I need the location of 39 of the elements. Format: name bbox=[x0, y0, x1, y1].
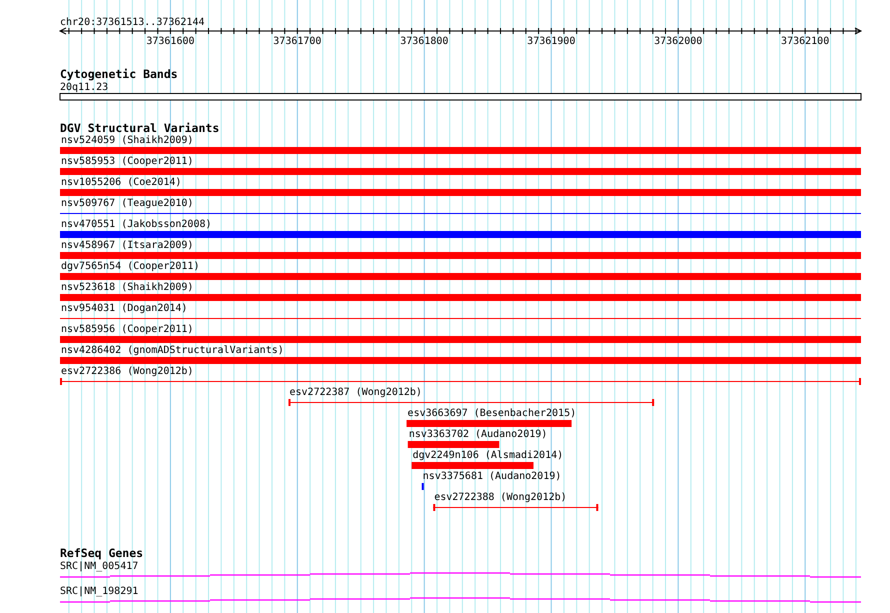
variant-label[interactable]: esv2722386 (Wong2012b) bbox=[61, 366, 194, 377]
ruler-label: 37362100 bbox=[781, 36, 830, 47]
variant-label[interactable]: nsv585953 (Cooper2011) bbox=[61, 156, 194, 167]
variant-span[interactable] bbox=[288, 399, 654, 406]
band-label: 20q11.23 bbox=[60, 82, 108, 93]
variant-line[interactable] bbox=[60, 213, 861, 214]
variant-label[interactable]: dgv2249n106 (Alsmadi2014) bbox=[412, 450, 564, 461]
variant-label[interactable]: nsv954031 (Dogan2014) bbox=[61, 303, 188, 314]
variant-label[interactable]: nsv524059 (Shaikh2009) bbox=[61, 135, 194, 146]
variant-label[interactable]: esv2722388 (Wong2012b) bbox=[434, 492, 567, 503]
ruler-label: 37362000 bbox=[654, 36, 702, 47]
variant-span[interactable] bbox=[60, 378, 861, 385]
ruler-label: 37361800 bbox=[400, 36, 448, 47]
variant-label[interactable]: nsv4286402 (gnomADStructuralVariants) bbox=[61, 345, 284, 356]
gene-label[interactable]: SRC|NM_005417 bbox=[60, 561, 138, 572]
variant-label[interactable]: nsv458967 (Itsara2009) bbox=[61, 240, 194, 251]
variant-label[interactable]: dgv7565n54 (Cooper2011) bbox=[61, 261, 200, 272]
gene-label[interactable]: SRC|NM_198291 bbox=[60, 586, 138, 597]
ruler-label: 37361900 bbox=[527, 36, 576, 47]
variant-label[interactable]: nsv509767 (Teague2010) bbox=[61, 198, 194, 209]
variant-label[interactable]: nsv3363702 (Audano2019) bbox=[408, 429, 548, 440]
variant-label[interactable]: esv2722387 (Wong2012b) bbox=[290, 387, 422, 398]
variant-label[interactable]: nsv470551 (Jakobsson2008) bbox=[61, 219, 212, 230]
variant-bar[interactable] bbox=[422, 483, 424, 490]
ruler-label: 37361600 bbox=[146, 36, 195, 47]
variant-label[interactable]: nsv3375681 (Audano2019) bbox=[422, 471, 562, 482]
track-title: DGV Structural Variants bbox=[60, 121, 220, 135]
gene-model-drawing[interactable] bbox=[59, 572, 862, 578]
region-title: chr20:37361513..37362144 bbox=[60, 17, 204, 28]
variant-label[interactable]: esv3663697 (Besenbacher2015) bbox=[408, 408, 576, 419]
gene-model-drawing[interactable] bbox=[59, 597, 862, 603]
variant-span[interactable] bbox=[433, 504, 598, 511]
track-title: RefSeq Genes bbox=[60, 546, 144, 560]
variant-label[interactable]: nsv523618 (Shaikh2009) bbox=[61, 282, 194, 293]
variant-label[interactable]: nsv1055206 (Coe2014) bbox=[61, 177, 182, 188]
variant-label[interactable]: nsv585956 (Cooper2011) bbox=[61, 324, 194, 335]
ruler-label: 37361700 bbox=[273, 36, 322, 47]
variant-line[interactable] bbox=[60, 318, 861, 319]
track-title: Cytogenetic Bands bbox=[60, 67, 178, 81]
